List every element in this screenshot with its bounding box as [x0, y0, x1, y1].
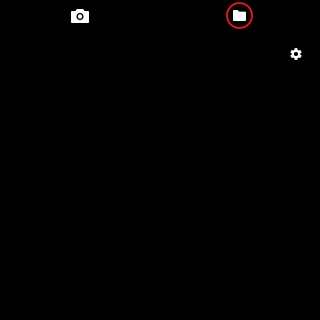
- folder-icon: [233, 10, 246, 21]
- gear-icon: [289, 47, 303, 61]
- folder-button[interactable]: [226, 2, 253, 29]
- camera-icon: [71, 8, 89, 23]
- camera-app-screen: [0, 0, 320, 320]
- camera-button[interactable]: [69, 5, 91, 25]
- settings-button[interactable]: [287, 45, 305, 63]
